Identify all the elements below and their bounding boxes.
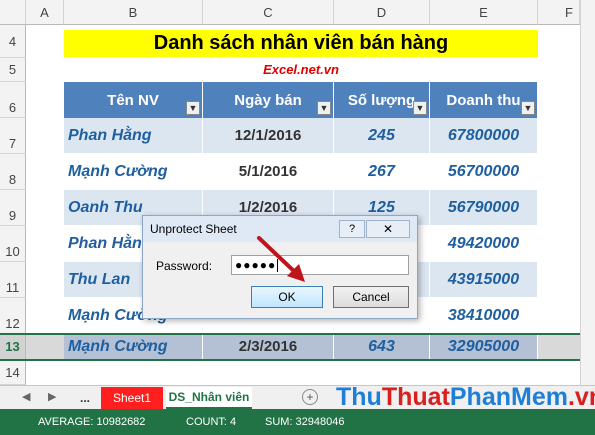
- header-so-luong: Số lượng ▼: [334, 82, 430, 118]
- row-header-4[interactable]: 4: [0, 25, 26, 58]
- column-header-e[interactable]: E: [430, 0, 538, 25]
- cell-revenue[interactable]: 49420000: [430, 226, 538, 262]
- next-sheet-icon[interactable]: ▶: [48, 390, 56, 403]
- status-count: COUNT: 4: [186, 416, 237, 428]
- row-header-7[interactable]: 7: [0, 118, 26, 154]
- dialog-title: Unprotect Sheet: [150, 222, 237, 236]
- cell-qty[interactable]: 245: [334, 118, 430, 154]
- sheet-title: Danh sách nhân viên bán hàng: [64, 30, 538, 57]
- select-all-corner[interactable]: [0, 0, 26, 25]
- cell-qty[interactable]: 267: [334, 154, 430, 190]
- add-sheet-icon[interactable]: +: [302, 389, 318, 405]
- row-header-5[interactable]: 5: [0, 58, 26, 82]
- cell-date[interactable]: 2/3/2016: [203, 334, 334, 360]
- row-header-10[interactable]: 10: [0, 226, 26, 262]
- more-sheets-button[interactable]: ...: [74, 387, 96, 409]
- header-ten-nv: Tên NV ▼: [64, 82, 203, 118]
- cell-name[interactable]: Phan Hằng: [64, 118, 203, 154]
- tab-ds-nhan-vien[interactable]: DS_Nhân viên: [166, 387, 252, 409]
- cell-revenue[interactable]: 32905000: [430, 334, 538, 360]
- status-sum: SUM: 32948046: [265, 416, 345, 428]
- row-header-11[interactable]: 11: [0, 262, 26, 298]
- password-label: Password:: [156, 259, 213, 273]
- watermark-part2: Thuat: [381, 383, 450, 411]
- ok-button[interactable]: OK: [251, 286, 323, 308]
- cell-name[interactable]: Mạnh Cường: [64, 334, 203, 360]
- row-header-13[interactable]: 13: [0, 334, 26, 360]
- filter-dropdown-icon[interactable]: ▼: [413, 101, 427, 115]
- column-header-c[interactable]: C: [203, 0, 334, 25]
- header-label: Doanh thu: [446, 91, 521, 109]
- tab-sheet1[interactable]: Sheet1: [101, 387, 163, 409]
- close-button[interactable]: ✕: [366, 220, 410, 238]
- filter-dropdown-icon[interactable]: ▼: [521, 101, 535, 115]
- cell-date[interactable]: 5/1/2016: [203, 154, 334, 190]
- filter-dropdown-icon[interactable]: ▼: [186, 101, 200, 115]
- header-ngay-ban: Ngày bán ▼: [203, 82, 334, 118]
- column-header-f[interactable]: F: [538, 0, 580, 25]
- selection-border-bottom: [0, 359, 580, 361]
- sheet-subtitle: Excel.net.vn: [263, 61, 339, 77]
- cell-revenue[interactable]: 38410000: [430, 298, 538, 334]
- row-header-14[interactable]: 14: [0, 360, 26, 385]
- status-average: AVERAGE: 10982682: [38, 416, 146, 428]
- column-header-b[interactable]: B: [64, 0, 203, 25]
- worksheet-grid[interactable]: A B C D E F 4 5 6 7 8 9 10 11 12 13 14 D…: [0, 0, 595, 385]
- red-arrow-icon: [257, 236, 305, 282]
- watermark-part3: PhanMem: [449, 383, 568, 411]
- cell-qty[interactable]: 643: [334, 334, 430, 360]
- header-label: Số lượng: [347, 91, 416, 109]
- cell-date[interactable]: 12/1/2016: [203, 118, 334, 154]
- watermark-part4: .vn: [567, 383, 595, 411]
- status-bar: AVERAGE: 10982682 COUNT: 4 SUM: 32948046: [0, 409, 595, 435]
- row-header-9[interactable]: 9: [0, 190, 26, 226]
- header-doanh-thu: Doanh thu ▼: [430, 82, 538, 118]
- selection-border-top: [0, 333, 580, 335]
- prev-sheet-icon[interactable]: ◀: [22, 390, 30, 403]
- cell-revenue[interactable]: 56790000: [430, 190, 538, 226]
- filter-dropdown-icon[interactable]: ▼: [317, 101, 331, 115]
- row-header-12[interactable]: 12: [0, 298, 26, 334]
- row-header-8[interactable]: 8: [0, 154, 26, 190]
- watermark-logo: ThuThuatPhanMem.vn: [336, 383, 595, 412]
- cell-revenue[interactable]: 43915000: [430, 262, 538, 298]
- cell-f13[interactable]: [538, 334, 580, 360]
- watermark-part1: Thu: [336, 383, 382, 411]
- header-label: Tên NV: [107, 91, 159, 109]
- help-button[interactable]: ?: [339, 220, 365, 238]
- cancel-button[interactable]: Cancel: [333, 286, 409, 308]
- column-header-d[interactable]: D: [334, 0, 430, 25]
- row-header-6[interactable]: 6: [0, 82, 26, 118]
- cell-name[interactable]: Mạnh Cường: [64, 154, 203, 190]
- cell-revenue[interactable]: 56700000: [430, 154, 538, 190]
- column-header-a[interactable]: A: [26, 0, 64, 25]
- vertical-scrollbar[interactable]: [580, 0, 595, 385]
- cell-a13[interactable]: [26, 334, 64, 360]
- cell-revenue[interactable]: 67800000: [430, 118, 538, 154]
- header-label: Ngày bán: [234, 91, 302, 109]
